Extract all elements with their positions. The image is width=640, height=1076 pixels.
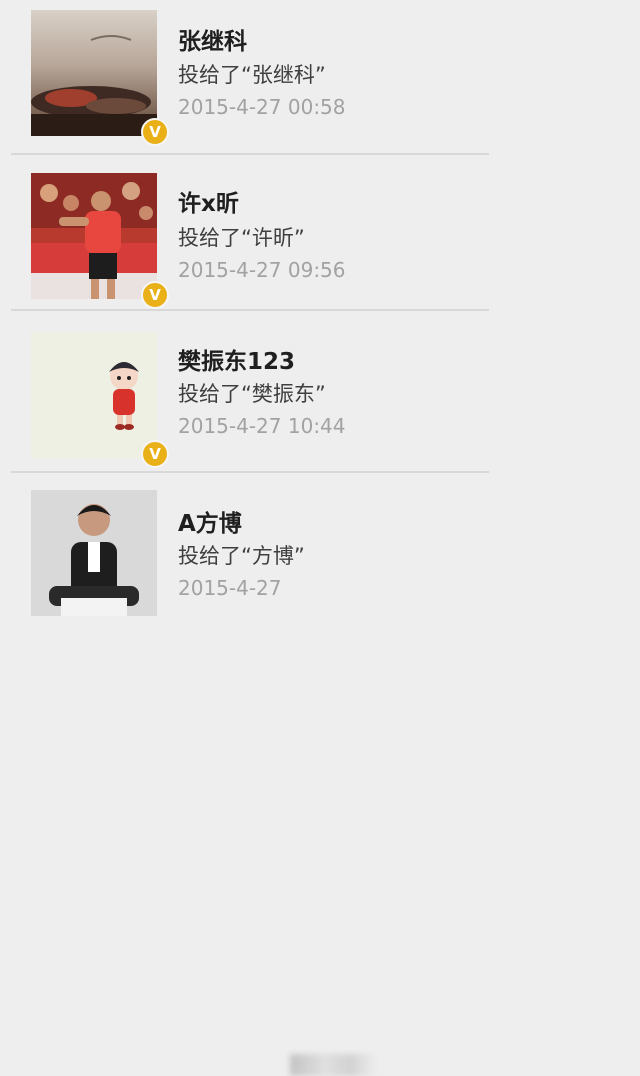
verified-badge: V xyxy=(141,281,169,309)
divider xyxy=(11,153,489,155)
avatar[interactable] xyxy=(31,332,157,458)
list-item[interactable]: A方博 投给了“方博” 2015-4-27 xyxy=(0,474,640,1076)
timestamp: 2015-4-27 xyxy=(178,576,282,600)
vote-action-text: 投给了“张继科” xyxy=(178,63,326,87)
verified-badge: V xyxy=(141,118,169,146)
vote-list: V 张继科 投给了“张继科” 2015-4-27 00:58 V 许x昕 投给了… xyxy=(0,0,640,1076)
user-name[interactable]: 樊振东123 xyxy=(178,342,295,376)
avatar-image xyxy=(31,332,157,458)
timestamp: 2015-4-27 10:44 xyxy=(178,414,346,438)
verified-badge: V xyxy=(141,440,169,468)
vote-action-text: 投给了“樊振东” xyxy=(178,382,326,406)
list-item[interactable]: V 樊振东123 投给了“樊振东” 2015-4-27 10:44 xyxy=(0,314,640,470)
vote-action-text: 投给了“许昕” xyxy=(178,226,305,250)
user-name[interactable]: 张继科 xyxy=(178,22,247,56)
avatar[interactable] xyxy=(31,173,157,299)
vote-action-text: 投给了“方博” xyxy=(178,544,305,568)
avatar-image xyxy=(31,490,157,616)
redacted-blur xyxy=(290,1054,376,1076)
timestamp: 2015-4-27 00:58 xyxy=(178,95,346,119)
divider xyxy=(11,309,489,311)
user-name[interactable]: 许x昕 xyxy=(178,184,239,218)
avatar-image xyxy=(31,173,157,299)
timestamp: 2015-4-27 09:56 xyxy=(178,258,346,282)
divider xyxy=(11,471,489,473)
avatar[interactable] xyxy=(31,490,157,616)
list-item[interactable]: V 张继科 投给了“张继科” 2015-4-27 00:58 xyxy=(0,0,640,152)
avatar-image xyxy=(31,10,157,136)
avatar[interactable] xyxy=(31,10,157,136)
user-name[interactable]: A方博 xyxy=(178,504,242,538)
list-item[interactable]: V 许x昕 投给了“许昕” 2015-4-27 09:56 xyxy=(0,158,640,309)
